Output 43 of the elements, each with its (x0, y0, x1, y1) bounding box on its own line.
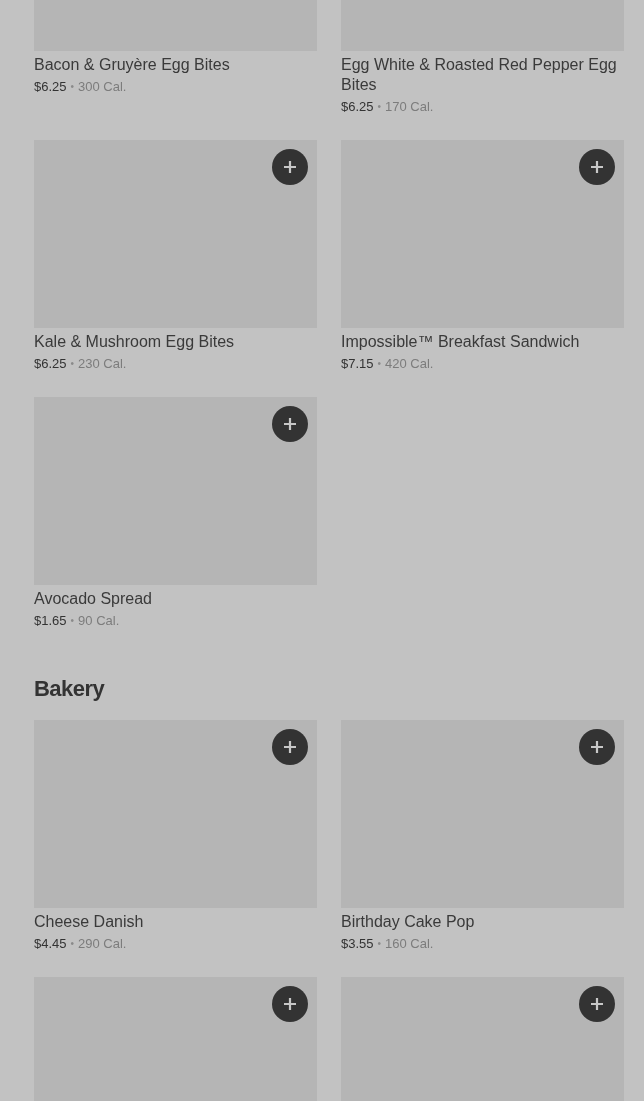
item-calories: 290 Cal. (78, 935, 127, 953)
item-name: Birthday Cake Pop (341, 912, 476, 932)
plus-icon (590, 997, 604, 1011)
plus-icon (590, 740, 604, 754)
item-price: $3.55 (341, 935, 374, 953)
item-price: $4.45 (34, 935, 67, 953)
add-button[interactable] (272, 986, 308, 1022)
item-name: Avocado Spread (34, 589, 153, 609)
item-calories: 90 Cal. (78, 612, 120, 630)
section-heading: Bakery (34, 675, 106, 703)
add-button[interactable] (272, 729, 308, 765)
item-price: $1.65 (34, 612, 67, 630)
item-calories: 230 Cal. (78, 355, 127, 373)
separator-dot: • (70, 80, 75, 94)
plus-icon (283, 997, 297, 1011)
separator-dot: • (70, 614, 75, 628)
plus-icon (283, 417, 297, 431)
separator-dot: • (70, 357, 75, 371)
item-name: Cheese Danish (34, 912, 145, 932)
add-button[interactable] (272, 406, 308, 442)
item-calories: 420 Cal. (385, 355, 434, 373)
item-price: $7.15 (341, 355, 374, 373)
item-calories: 160 Cal. (385, 935, 434, 953)
plus-icon (590, 160, 604, 174)
item-name: Impossible™ Breakfast Sandwich (341, 332, 581, 352)
plus-icon (283, 160, 297, 174)
item-name: Kale & Mushroom Egg Bites (34, 332, 236, 352)
separator-dot: • (377, 937, 382, 951)
plus-icon (283, 740, 297, 754)
separator-dot: • (377, 357, 382, 371)
item-price: $6.25 (341, 98, 374, 116)
item-price: $6.25 (34, 78, 67, 96)
item-name: Egg White & Roasted Red Pepper Egg Bites (341, 55, 618, 95)
item-name: Bacon & Gruyère Egg Bites (34, 55, 231, 75)
separator-dot: • (377, 100, 382, 114)
separator-dot: • (70, 937, 75, 951)
item-price: $6.25 (34, 355, 67, 373)
item-calories: 170 Cal. (385, 98, 434, 116)
add-button[interactable] (579, 986, 615, 1022)
add-button[interactable] (272, 149, 308, 185)
item-calories: 300 Cal. (78, 78, 127, 96)
add-button[interactable] (579, 729, 615, 765)
add-button[interactable] (579, 149, 615, 185)
